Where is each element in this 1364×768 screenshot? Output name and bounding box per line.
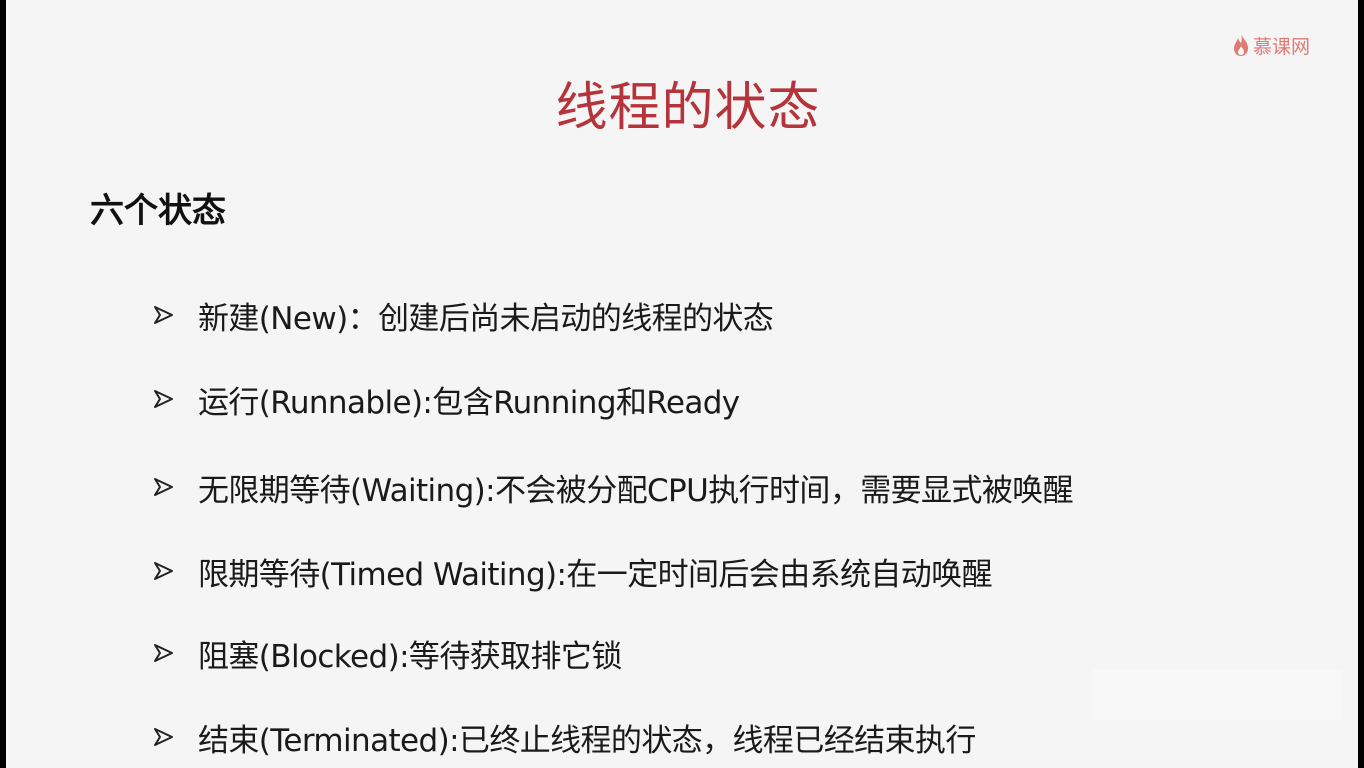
list-item-text: 新建(New)：创建后尚未启动的线程的状态 xyxy=(198,300,774,337)
list-item: 新建(New)：创建后尚未启动的线程的状态 xyxy=(152,290,774,340)
list-item: 无限期等待(Waiting):不会被分配CPU执行时间，需要显式被唤醒 xyxy=(152,462,1074,512)
list-item: 限期等待(Timed Waiting):在一定时间后会由系统自动唤醒 xyxy=(152,546,993,596)
video-frame: 慕课网 线程的状态 六个状态 新建(New)：创建后尚未启动的线程的状态 运行(… xyxy=(0,0,1364,768)
arrow-right-bullet-icon xyxy=(152,388,198,410)
slide-title: 线程的状态 xyxy=(555,78,821,138)
arrow-right-bullet-icon xyxy=(152,560,198,582)
list-item: 阻塞(Blocked):等待获取排它锁 xyxy=(152,628,622,678)
arrow-right-bullet-icon xyxy=(152,304,198,326)
list-item-text: 阻塞(Blocked):等待获取排它锁 xyxy=(198,638,622,675)
logo-text: 慕课网 xyxy=(1253,35,1311,58)
list-item: 运行(Runnable):包含Running和Ready xyxy=(152,374,740,424)
arrow-right-bullet-icon xyxy=(152,726,198,748)
faded-watermark xyxy=(1092,670,1342,720)
list-item-text: 结束(Terminated):已终止线程的状态，线程已经结束执行 xyxy=(198,722,976,759)
list-item-text: 运行(Runnable):包含Running和Ready xyxy=(198,384,740,421)
list-item: 结束(Terminated):已终止线程的状态，线程已经结束执行 xyxy=(152,712,976,762)
flame-icon xyxy=(1232,33,1250,57)
arrow-right-bullet-icon xyxy=(152,476,198,498)
section-heading: 六个状态 xyxy=(90,191,226,231)
list-item-text: 无限期等待(Waiting):不会被分配CPU执行时间，需要显式被唤醒 xyxy=(198,472,1074,509)
list-item-text: 限期等待(Timed Waiting):在一定时间后会由系统自动唤醒 xyxy=(198,556,993,593)
brand-logo: 慕课网 xyxy=(1232,28,1310,62)
arrow-right-bullet-icon xyxy=(152,642,198,664)
slide: 慕课网 线程的状态 六个状态 新建(New)：创建后尚未启动的线程的状态 运行(… xyxy=(6,0,1358,768)
